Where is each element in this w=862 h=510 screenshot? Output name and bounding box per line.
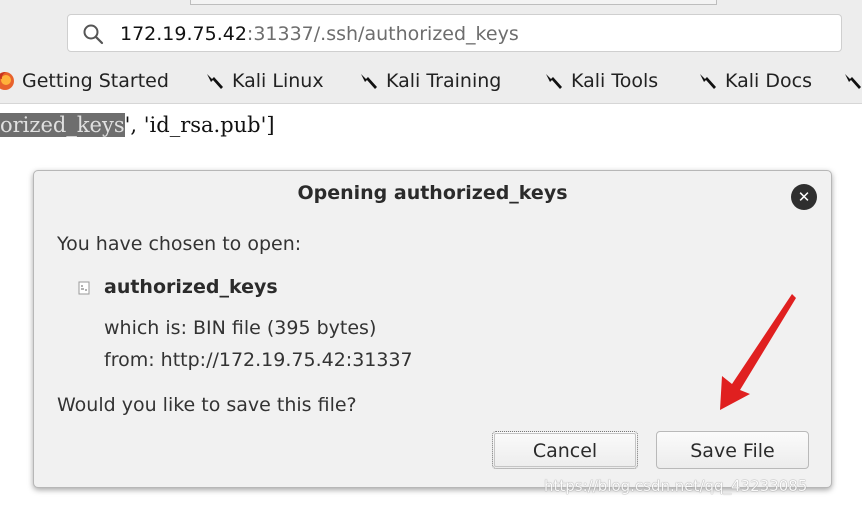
- red-arrow-annotation: [720, 294, 796, 410]
- bookmark-overflow[interactable]: [842, 67, 862, 95]
- chosen-label: You have chosen to open:: [57, 233, 302, 255]
- kali-dragon-icon: [700, 74, 716, 89]
- browser-toolbar: 172.19.75.42:31337/.ssh/authorized_keys …: [0, 0, 862, 104]
- url-host: 172.19.75.42: [120, 23, 247, 45]
- url-bar[interactable]: 172.19.75.42:31337/.ssh/authorized_keys: [67, 14, 842, 52]
- file-source-row: from: http://172.19.75.42:31337: [104, 349, 413, 371]
- dialog-title: Opening authorized_keys: [297, 182, 568, 204]
- file-name: authorized_keys: [104, 276, 278, 298]
- tab-strip-edge: [190, 0, 717, 5]
- bookmark-getting-started[interactable]: Getting Started: [0, 67, 169, 95]
- bookmark-label: Kali Linux: [232, 70, 324, 92]
- url-path: :31337/.ssh/authorized_keys: [246, 23, 519, 45]
- bookmark-kali-tools[interactable]: Kali Tools: [543, 67, 658, 95]
- save-question: Would you like to save this file?: [57, 394, 357, 416]
- bookmark-kali-linux[interactable]: Kali Linux: [204, 67, 324, 95]
- kali-dragon-icon: [361, 74, 377, 89]
- bookmarks-toolbar: Getting Started Kali Linux Kali Training…: [0, 64, 862, 96]
- page-content-text: orized_keys', 'id_rsa.pub']: [0, 113, 275, 137]
- file-icon: [78, 281, 90, 295]
- bookmark-kali-training[interactable]: Kali Training: [358, 67, 501, 95]
- list-text: ', 'id_rsa.pub']: [124, 113, 275, 137]
- bookmark-label: Kali Tools: [571, 70, 659, 92]
- kali-dragon-icon: [207, 74, 223, 89]
- selected-text: orized_keys: [0, 113, 125, 137]
- kali-dragon-icon: [546, 74, 562, 89]
- firefox-icon: [0, 72, 14, 90]
- bookmark-kali-docs[interactable]: Kali Docs: [697, 67, 812, 95]
- which-is-label: which is:: [104, 317, 187, 339]
- cancel-button[interactable]: Cancel: [492, 431, 638, 469]
- kali-dragon-icon: [845, 74, 861, 89]
- search-icon: [83, 24, 104, 45]
- file-type-value: BIN file (395 bytes): [193, 317, 377, 339]
- bookmark-label: Getting Started: [22, 70, 169, 92]
- watermark: https://blog.csdn.net/qq_43233085: [544, 477, 808, 495]
- file-type-row: which is: BIN file (395 bytes): [104, 317, 376, 339]
- close-icon[interactable]: ✕: [791, 184, 817, 210]
- url-text: 172.19.75.42:31337/.ssh/authorized_keys: [120, 23, 519, 45]
- save-file-button[interactable]: Save File: [656, 431, 809, 469]
- bookmark-label: Kali Docs: [725, 70, 812, 92]
- bookmark-label: Kali Training: [386, 70, 502, 92]
- from-label: from:: [104, 349, 155, 371]
- source-url-value: http://172.19.75.42:31337: [160, 349, 413, 371]
